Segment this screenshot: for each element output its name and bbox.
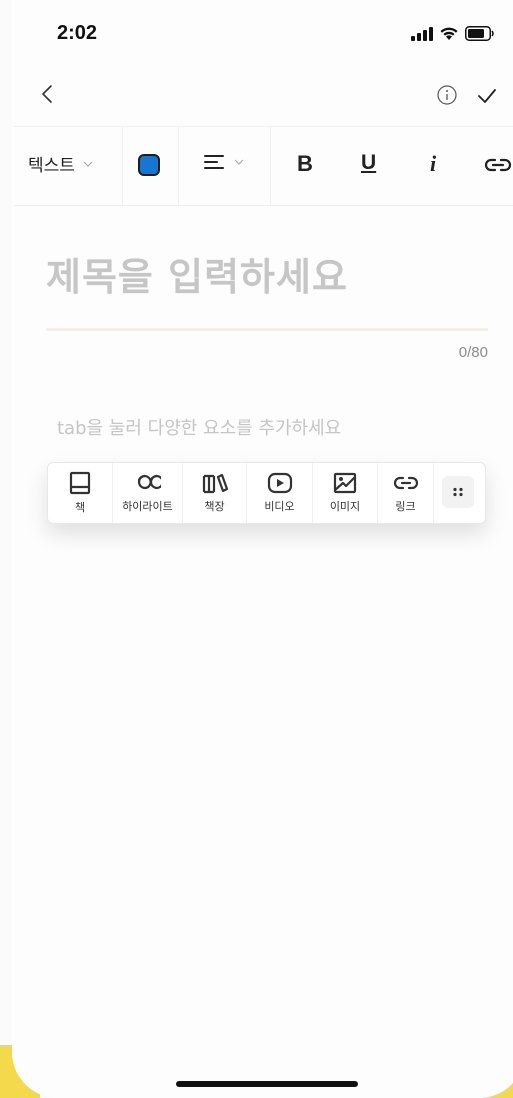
info-icon[interactable] xyxy=(436,84,458,106)
chevron-down-icon xyxy=(234,159,244,165)
body-input[interactable]: tab을 눌러 다양한 요소를 추가하세요 xyxy=(57,414,341,440)
toolbar-divider xyxy=(178,127,179,205)
drag-handle-icon xyxy=(453,487,463,497)
insert-video-button[interactable]: 비디오 xyxy=(247,463,313,523)
palette-drag-handle[interactable] xyxy=(442,476,474,508)
insert-image-button[interactable]: 이미지 xyxy=(313,463,378,523)
link-icon xyxy=(393,476,418,490)
phone-screen: 2:02 텍스트 B U i 제목을 입력하세요 0/80 tab을 눌러 다양… xyxy=(12,0,513,1098)
insert-book-button[interactable]: 책 xyxy=(48,463,113,523)
insert-element-palette: 책 하이라이트 책장 비디오 이미지 링크 xyxy=(47,462,486,524)
text-color-swatch[interactable] xyxy=(138,154,160,176)
title-input[interactable]: 제목을 입력하세요 xyxy=(46,246,348,301)
text-style-dropdown[interactable]: 텍스트 xyxy=(28,151,93,176)
toolbar-divider xyxy=(270,127,271,205)
book-icon xyxy=(69,471,91,495)
wifi-icon xyxy=(440,27,458,40)
bold-button[interactable]: B xyxy=(297,151,313,177)
italic-button[interactable]: i xyxy=(430,151,436,177)
align-dropdown[interactable] xyxy=(204,154,244,170)
insert-video-label: 비디오 xyxy=(264,500,295,513)
text-style-label: 텍스트 xyxy=(28,156,75,175)
formatting-toolbar: 텍스트 B U i xyxy=(14,126,513,206)
title-underline xyxy=(46,328,488,331)
align-left-icon xyxy=(204,155,224,169)
video-icon xyxy=(267,472,292,494)
battery-icon xyxy=(465,26,494,41)
insert-book-label: 책 xyxy=(74,501,86,514)
chevron-down-icon xyxy=(83,161,93,167)
insert-link-button[interactable]: 링크 xyxy=(378,463,434,523)
check-icon[interactable] xyxy=(475,84,499,108)
insert-bookshelf-label: 책장 xyxy=(204,500,225,513)
signal-icon xyxy=(411,26,433,41)
toolbar-divider xyxy=(122,127,123,205)
home-indicator xyxy=(176,1081,358,1087)
insert-highlight-label: 하이라이트 xyxy=(122,500,173,513)
chevron-left-icon[interactable] xyxy=(36,82,60,106)
link-icon[interactable] xyxy=(482,153,513,177)
quote-icon xyxy=(137,474,161,490)
image-icon xyxy=(333,472,357,494)
underline-button[interactable]: U xyxy=(361,151,376,175)
status-time: 2:02 xyxy=(57,22,98,44)
insert-image-label: 이미지 xyxy=(329,500,361,513)
bookshelf-icon xyxy=(202,473,228,494)
status-icons xyxy=(411,26,495,41)
insert-link-label: 링크 xyxy=(395,500,416,513)
insert-highlight-button[interactable]: 하이라이트 xyxy=(113,463,183,523)
insert-bookshelf-button[interactable]: 책장 xyxy=(183,463,247,523)
title-char-count: 0/80 xyxy=(458,344,488,361)
